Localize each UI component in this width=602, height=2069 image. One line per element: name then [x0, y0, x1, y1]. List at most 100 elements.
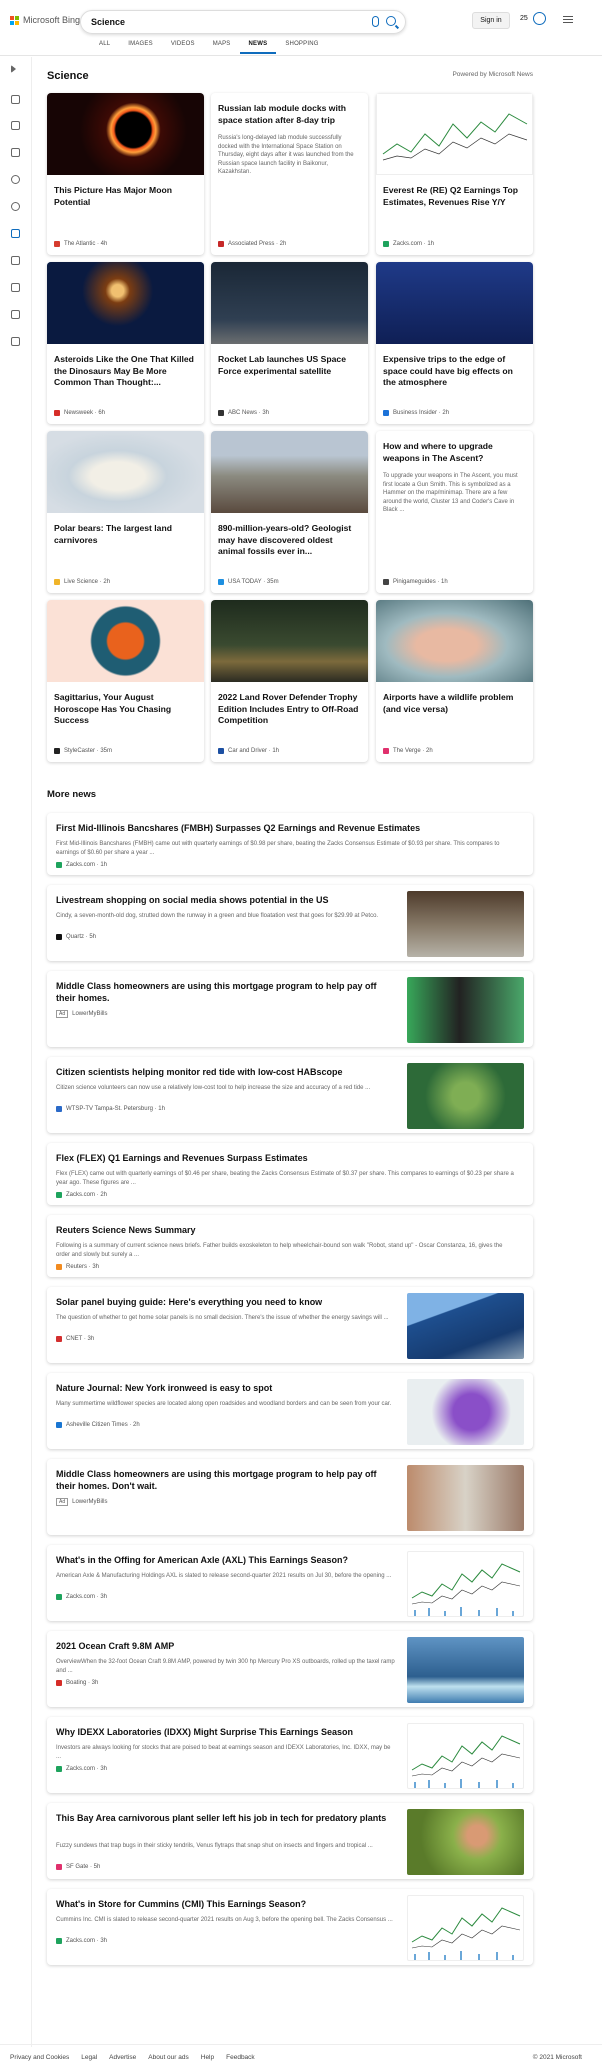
news-headline[interactable]: Why IDEXX Laboratories (IDXX) Might Surp… [56, 1726, 396, 1738]
news-thumbnail[interactable] [407, 891, 524, 957]
flag-icon[interactable] [11, 148, 20, 157]
footer-link[interactable]: Feedback [226, 2054, 255, 2061]
news-headline[interactable]: Middle Class homeowners are using this m… [56, 1468, 396, 1492]
footer-link[interactable]: Advertise [109, 2054, 136, 2061]
hamburger-menu-icon[interactable] [563, 16, 573, 25]
news-card[interactable]: Sagittarius, Your August Horoscope Has Y… [47, 600, 204, 762]
video-icon[interactable] [11, 283, 20, 292]
footer-link[interactable]: Legal [81, 2054, 97, 2061]
expand-icon[interactable] [11, 65, 16, 73]
news-thumbnail[interactable] [407, 1063, 524, 1129]
search-input[interactable]: Science [91, 17, 125, 27]
card-image[interactable] [47, 600, 204, 682]
card-headline[interactable]: Asteroids Like the One That Killed the D… [54, 354, 197, 389]
news-headline[interactable]: Nature Journal: New York ironweed is eas… [56, 1382, 396, 1394]
bing-logo[interactable]: Microsoft Bing [10, 15, 80, 25]
news-thumbnail[interactable] [407, 1723, 524, 1789]
tab-images[interactable]: IMAGES [119, 41, 162, 54]
news-card[interactable]: 2022 Land Rover Defender Trophy Edition … [211, 600, 368, 762]
news-item[interactable]: Flex (FLEX) Q1 Earnings and Revenues Sur… [47, 1143, 533, 1205]
news-thumbnail[interactable] [407, 1379, 524, 1445]
news-headline[interactable]: Citizen scientists helping monitor red t… [56, 1066, 396, 1078]
news-headline[interactable]: This Bay Area carnivorous plant seller l… [56, 1812, 396, 1824]
tab-videos[interactable]: VIDEOS [162, 41, 204, 54]
card-headline[interactable]: Rocket Lab launches US Space Force exper… [218, 354, 361, 377]
news-item[interactable]: This Bay Area carnivorous plant seller l… [47, 1803, 533, 1879]
card-image[interactable] [47, 93, 204, 175]
news-card[interactable]: Expensive trips to the edge of space cou… [376, 262, 533, 424]
news-card[interactable]: Airports have a wildlife problem (and vi… [376, 600, 533, 762]
news-item[interactable]: Solar panel buying guide: Here's everyth… [47, 1287, 533, 1363]
rewards-icon[interactable] [533, 12, 546, 25]
news-card[interactable]: Everest Re (RE) Q2 Earnings Top Estimate… [376, 93, 533, 255]
news-thumbnail[interactable] [407, 1809, 524, 1875]
news-card[interactable]: Russian lab module docks with space stat… [211, 93, 368, 255]
news-headline[interactable]: Middle Class homeowners are using this m… [56, 980, 396, 1004]
science-icon[interactable] [11, 229, 20, 238]
building-icon[interactable] [11, 310, 20, 319]
news-item[interactable]: Reuters Science News Summary Following is… [47, 1215, 533, 1277]
news-item[interactable]: Livestream shopping on social media show… [47, 885, 533, 961]
card-image[interactable] [211, 431, 368, 513]
card-headline[interactable]: Polar bears: The largest land carnivores [54, 523, 197, 546]
tab-shopping[interactable]: SHOPPING [276, 41, 327, 54]
card-headline[interactable]: Sagittarius, Your August Horoscope Has Y… [54, 692, 197, 727]
news-item[interactable]: Nature Journal: New York ironweed is eas… [47, 1373, 533, 1449]
home-icon[interactable] [11, 95, 20, 104]
card-image[interactable] [376, 93, 533, 175]
card-image[interactable] [47, 262, 204, 344]
news-headline[interactable]: 2021 Ocean Craft 9.8M AMP [56, 1640, 396, 1652]
card-headline[interactable]: Russian lab module docks with space stat… [218, 103, 361, 126]
card-headline[interactable]: 2022 Land Rover Defender Trophy Edition … [218, 692, 361, 727]
card-image[interactable] [211, 262, 368, 344]
news-card[interactable]: Polar bears: The largest land carnivores… [47, 431, 204, 593]
card-headline[interactable]: Everest Re (RE) Q2 Earnings Top Estimate… [383, 185, 526, 208]
news-headline[interactable]: Reuters Science News Summary [56, 1224, 516, 1236]
news-headline[interactable]: Flex (FLEX) Q1 Earnings and Revenues Sur… [56, 1152, 516, 1164]
tab-news[interactable]: NEWS [239, 41, 277, 54]
tab-all[interactable]: ALL [90, 41, 119, 54]
news-card[interactable]: Asteroids Like the One That Killed the D… [47, 262, 204, 424]
microphone-icon[interactable] [372, 16, 379, 27]
news-thumbnail[interactable] [407, 1293, 524, 1359]
card-headline[interactable]: Expensive trips to the edge of space cou… [383, 354, 526, 389]
rocket-icon[interactable] [11, 256, 20, 265]
news-headline[interactable]: Livestream shopping on social media show… [56, 894, 396, 906]
footer-link[interactable]: Privacy and Cookies [10, 2054, 69, 2061]
card-image[interactable] [376, 262, 533, 344]
card-image[interactable] [376, 600, 533, 682]
news-item[interactable]: What's in Store for Cummins (CMI) This E… [47, 1889, 533, 1965]
footer-link[interactable]: About our ads [148, 2054, 188, 2061]
tab-maps[interactable]: MAPS [204, 41, 240, 54]
news-headline[interactable]: First Mid-Illinois Bancshares (FMBH) Sur… [56, 822, 516, 834]
card-headline[interactable]: How and where to upgrade weapons in The … [383, 441, 526, 464]
news-item[interactable]: Citizen scientists helping monitor red t… [47, 1057, 533, 1133]
news-headline[interactable]: What's in the Offing for American Axle (… [56, 1554, 396, 1566]
news-item[interactable]: Why IDEXX Laboratories (IDXX) Might Surp… [47, 1717, 533, 1793]
location-icon[interactable] [11, 175, 20, 184]
card-headline[interactable]: 890-million-years-old? Geologist may hav… [218, 523, 361, 558]
card-image[interactable] [211, 600, 368, 682]
card-headline[interactable]: Airports have a wildlife problem (and vi… [383, 692, 526, 715]
tools-icon[interactable] [11, 121, 20, 130]
search-box[interactable]: Science [80, 10, 406, 34]
news-thumbnail[interactable] [407, 1551, 524, 1617]
powered-by[interactable]: Powered by Microsoft News [452, 71, 533, 78]
news-item[interactable]: Middle Class homeowners are using this m… [47, 971, 533, 1047]
news-thumbnail[interactable] [407, 977, 524, 1043]
globe-icon[interactable] [11, 202, 20, 211]
search-icon[interactable] [386, 16, 396, 26]
news-headline[interactable]: Solar panel buying guide: Here's everyth… [56, 1296, 396, 1308]
news-card[interactable]: Rocket Lab launches US Space Force exper… [211, 262, 368, 424]
money-icon[interactable] [11, 337, 20, 346]
news-thumbnail[interactable] [407, 1465, 524, 1531]
news-item[interactable]: First Mid-Illinois Bancshares (FMBH) Sur… [47, 813, 533, 875]
card-image[interactable] [47, 431, 204, 513]
footer-link[interactable]: Help [201, 2054, 214, 2061]
news-item[interactable]: Middle Class homeowners are using this m… [47, 1459, 533, 1535]
news-headline[interactable]: What's in Store for Cummins (CMI) This E… [56, 1898, 396, 1910]
news-item[interactable]: What's in the Offing for American Axle (… [47, 1545, 533, 1621]
sign-in-button[interactable]: Sign in [472, 12, 510, 29]
news-thumbnail[interactable] [407, 1637, 524, 1703]
news-item[interactable]: 2021 Ocean Craft 9.8M AMP OverviewWhen th… [47, 1631, 533, 1707]
